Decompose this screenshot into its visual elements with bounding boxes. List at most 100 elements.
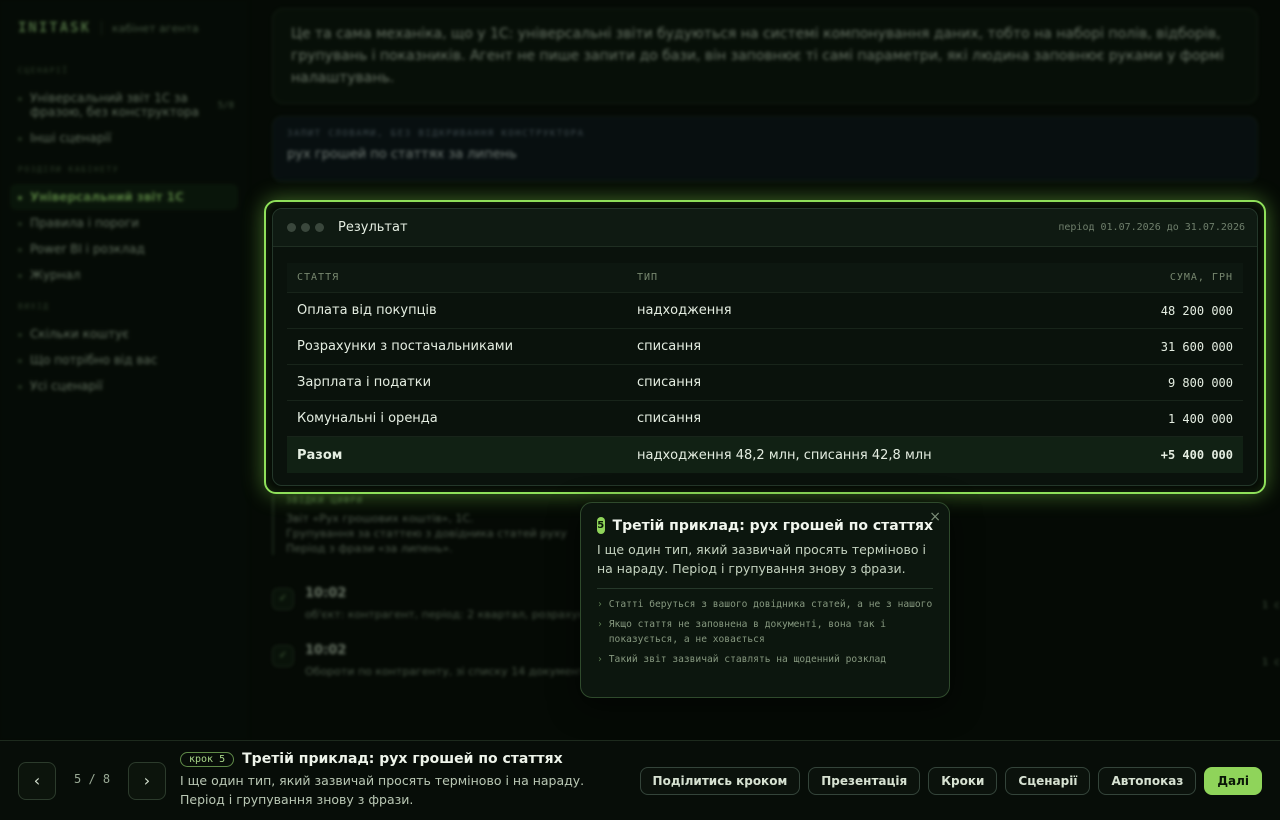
bullet-icon xyxy=(18,385,22,389)
sidebar-item-pricing[interactable]: Скільки коштує xyxy=(18,321,238,347)
popover-title: Третій приклад: рух грошей по статтях xyxy=(612,517,933,534)
log-text: Обороти по контрагенту, зі списку 14 док… xyxy=(305,665,595,678)
popover-bullet: › Якщо стаття не заповнена в документі, … xyxy=(597,617,933,647)
source-label: Звідки цифри xyxy=(286,496,364,506)
result-header: Результат період 01.07.2026 до 31.07.202… xyxy=(273,209,1257,247)
result-table: Стаття Тип Сума, грн Оплата від покупців… xyxy=(287,263,1243,473)
cell-total-label: Разом xyxy=(297,447,343,463)
sidebar-item-universal-report[interactable]: Універсальний звіт 1С xyxy=(10,184,238,210)
sidebar-item-journal[interactable]: Журнал xyxy=(18,262,238,288)
popover-bullet: › Статті беруться з вашого довідника ста… xyxy=(597,597,933,612)
cell-sum: 9 800 000 xyxy=(1167,375,1233,390)
step-title: Третій приклад: рух грошей по статтях xyxy=(242,751,563,767)
sidebar-item-universal-report-scenario[interactable]: Універсальний звіт 1С за фразою, без кон… xyxy=(18,85,238,125)
result-card: Результат період 01.07.2026 до 31.07.202… xyxy=(272,208,1258,486)
cell-type: списання xyxy=(637,375,702,390)
table-header-row: Стаття Тип Сума, грн xyxy=(287,263,1243,293)
column-header-type: Тип xyxy=(637,272,659,283)
sidebar-item-label: Правила і пороги xyxy=(30,216,140,230)
intro-card: Це та сама механіка, що у 1С: універсаль… xyxy=(272,8,1258,104)
column-header-article: Стаття xyxy=(297,272,340,283)
nav-group-label: Сценарії xyxy=(18,66,69,75)
sidebar-item-count: 5/8 xyxy=(217,101,234,111)
sidebar-item-rules[interactable]: Правила і пороги xyxy=(18,210,238,236)
sidebar-item-all-scenarios[interactable]: Усі сценарії xyxy=(18,373,238,399)
sidebar-item-label: Що потрібно від вас xyxy=(30,353,158,367)
brand: INITASK кабінет агента xyxy=(18,20,238,36)
source-line: Період з фрази «за липень». xyxy=(286,542,453,555)
popover-bullet: › Такий звіт зазвичай ставлять на щоденн… xyxy=(597,652,933,667)
autoplay-button[interactable]: Автопоказ xyxy=(1098,767,1197,795)
bullet-icon xyxy=(18,333,22,337)
cell-article: Розрахунки з постачальниками xyxy=(297,339,514,354)
bullet-icon xyxy=(18,196,22,200)
popover-description: І ще один тип, який зазвичай просять тер… xyxy=(597,542,926,576)
popover-divider xyxy=(597,588,933,589)
result-title: Результат xyxy=(338,220,408,235)
sidebar-item-requirements[interactable]: Що потрібно від вас xyxy=(18,347,238,373)
cell-sum: 31 600 000 xyxy=(1160,339,1233,354)
cell-total-sum: +5 400 000 xyxy=(1160,448,1233,462)
chevron-right-icon: › xyxy=(597,654,603,665)
cell-article: Оплата від покупців xyxy=(297,303,437,318)
table-row: Оплата від покупців надходження 48 200 0… xyxy=(287,293,1243,329)
steps-button[interactable]: Кроки xyxy=(928,767,998,795)
sidebar-item-label: Power BI і розклад xyxy=(30,242,145,256)
cell-type: списання xyxy=(637,411,702,426)
nav-group-label: Розділи кабінету xyxy=(18,165,120,174)
query-card: Запит словами, без відкривання конструкт… xyxy=(272,116,1258,182)
window-dot-icon xyxy=(315,223,324,232)
popover-bullet-text: Якщо стаття не заповнена в документі, во… xyxy=(608,619,887,645)
chevron-right-icon: › xyxy=(597,619,603,630)
step-head: крок 5 Третій приклад: рух грошей по ста… xyxy=(180,751,630,767)
step-description: І ще один тип, який зазвичай просять тер… xyxy=(180,773,585,807)
sidebar-item-powerbi[interactable]: Power BI і розклад xyxy=(18,236,238,262)
tour-popover: × 5 Третій приклад: рух грошей по стаття… xyxy=(580,502,950,698)
sidebar-item-label: Скільки коштує xyxy=(30,327,129,341)
popover-title-row: 5 Третій приклад: рух грошей по статтях xyxy=(597,517,933,534)
sidebar-item-label: Універсальний звіт 1С за фразою, без кон… xyxy=(30,91,199,119)
next-button[interactable]: Далі xyxy=(1204,767,1262,795)
query-text: рух грошей по статтях за липень xyxy=(287,147,517,162)
log-duration: 1 с xyxy=(1261,600,1280,611)
close-icon[interactable]: × xyxy=(929,509,941,525)
next-step-arrow-button[interactable]: › xyxy=(128,762,166,800)
scenarios-button[interactable]: Сценарії xyxy=(1005,767,1091,795)
column-header-sum: Сума, грн xyxy=(1169,272,1233,283)
chevron-right-icon: › xyxy=(597,599,603,610)
cell-type: списання xyxy=(637,339,702,354)
table-row: Зарплата і податки списання 9 800 000 xyxy=(287,365,1243,401)
bullet-icon xyxy=(18,222,22,226)
brand-subtitle: кабінет агента xyxy=(112,21,199,35)
nav-group-label: Вихід xyxy=(18,302,50,311)
prev-step-button[interactable]: ‹ xyxy=(18,762,56,800)
share-step-button[interactable]: Поділитись кроком xyxy=(639,767,801,795)
presentation-button[interactable]: Презентація xyxy=(808,767,921,795)
cell-sum: 48 200 000 xyxy=(1160,303,1233,318)
log-text: об'єкт: контрагент, період: 2 квартал, р… xyxy=(305,608,600,621)
log-time: 10:02 xyxy=(305,643,347,658)
sidebar: INITASK кабінет агента Сценарії Універса… xyxy=(0,0,248,740)
check-icon: ✓ xyxy=(272,645,294,667)
bullet-icon xyxy=(18,359,22,363)
query-label: Запит словами, без відкривання конструкт… xyxy=(287,129,585,139)
check-icon: ✓ xyxy=(272,588,294,610)
bullet-icon xyxy=(18,248,22,252)
result-period: період 01.07.2026 до 31.07.2026 xyxy=(1058,222,1245,233)
step-info: крок 5 Третій приклад: рух грошей по ста… xyxy=(180,751,630,809)
sidebar-item-label: Журнал xyxy=(30,268,81,282)
sidebar-item-other-scenarios[interactable]: Інші сценарії xyxy=(18,125,238,151)
brand-divider xyxy=(101,21,103,35)
cell-article: Зарплата і податки xyxy=(297,375,432,390)
step-badge: крок 5 xyxy=(180,751,235,767)
table-total-row: Разом надходження 48,2 млн, списання 42,… xyxy=(287,437,1243,473)
cell-sum: 1 400 000 xyxy=(1167,411,1233,426)
table-row: Розрахунки з постачальниками списання 31… xyxy=(287,329,1243,365)
sidebar-item-label: Універсальний звіт 1С xyxy=(30,190,184,204)
popover-bullet-text: Статті беруться з вашого довідника стате… xyxy=(608,599,933,610)
cell-total-type: надходження 48,2 млн, списання 42,8 млн xyxy=(637,447,932,463)
brand-logo: INITASK xyxy=(18,20,92,36)
bullet-icon xyxy=(18,274,22,278)
bullet-icon xyxy=(18,137,22,141)
cell-type: надходження xyxy=(637,303,732,318)
